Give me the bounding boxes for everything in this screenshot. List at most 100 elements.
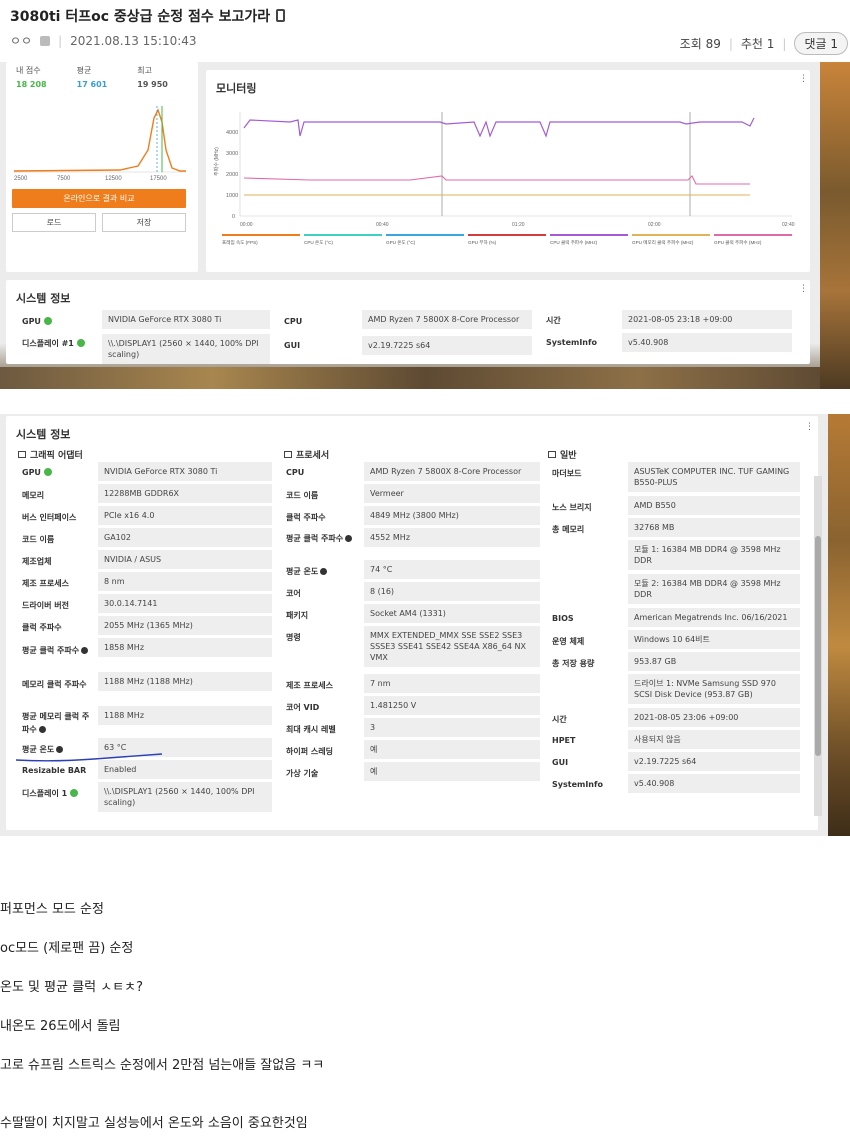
legend-swatch-cpu-clock: [550, 234, 628, 236]
cpu-row-value: MMX EXTENDED_MMX SSE SSE2 SSE3 SSSE3 SSE…: [364, 626, 540, 667]
sysinfo-label: SystemInfo: [546, 338, 597, 347]
gpu-row-label: 버스 인터페이스: [22, 513, 77, 522]
hist-tick: 12500: [105, 176, 122, 182]
avg-score-label: 평균: [76, 66, 92, 75]
cpu-row-label: 명령: [286, 633, 301, 642]
info-icon[interactable]: [345, 535, 353, 542]
comment-count-button[interactable]: 댓글 1: [794, 32, 848, 55]
cpu-row-label: 코드 이름: [286, 491, 319, 500]
gpu-row-value: 12288MB GDDR6X: [98, 484, 272, 503]
score-summary: 내 점수 18 208 평균 17 601 최고 19 950: [16, 65, 168, 89]
info-icon[interactable]: [81, 647, 89, 654]
cpu-row-label: 코어: [286, 589, 301, 598]
gpu-row-value: NVIDIA / ASUS: [98, 550, 272, 569]
computer-icon: [548, 451, 556, 458]
gpu-row: GPU: [22, 468, 52, 477]
gpu-row-label: 제조 프로세스: [22, 579, 69, 588]
body-line: 내온도 26도에서 돌림: [0, 1019, 121, 1034]
like-count: 추천 1: [740, 37, 775, 51]
gpu-section-head: 그래픽 어댑터: [18, 448, 83, 461]
general-row-label: 시간: [552, 715, 567, 724]
benchmark-screenshot-1: 내 점수 18 208 평균 17 601 최고 19 950 2500 7500 1…: [0, 62, 850, 389]
author-name[interactable]: ㅇㅇ: [10, 32, 32, 49]
gpu-row-value: 8 nm: [98, 572, 272, 591]
gpu-row-label: Resizable BAR: [22, 766, 87, 775]
general-row-label: 총 저장 용량: [552, 659, 595, 668]
cpu-row-value: 1.481250 V: [364, 696, 540, 715]
y-tick: 2000: [226, 172, 238, 178]
cpu-row-value: 4849 MHz (3800 MHz): [364, 506, 540, 525]
cpu-row-value: Socket AM4 (1331): [364, 604, 540, 623]
gpu-row-label: 제조업체: [22, 557, 52, 566]
hist-tick: 17500: [150, 176, 167, 182]
gpu-value: NVIDIA GeForce RTX 3080 Ti: [102, 310, 270, 329]
general-row-label: GUI: [552, 758, 569, 767]
gpu-row: 평균 메모리 클럭 주파수: [22, 710, 96, 736]
cpu-row-label: 코어 VID: [286, 703, 320, 712]
info-icon[interactable]: [38, 726, 46, 733]
gui-label: GUI: [284, 341, 301, 350]
legend-label: CPU 클럭 주파수 (MHz): [550, 239, 598, 246]
gpu-row-label: 클럭 주파수: [22, 623, 62, 632]
gpu-row-label: GPU: [22, 468, 41, 477]
gpu-row-label: 평균 클럭 주파수: [22, 646, 80, 655]
more-options-icon[interactable]: ⋮: [799, 285, 808, 298]
x-tick: 00:00: [240, 222, 253, 228]
scrollbar-thumb[interactable]: [815, 536, 821, 756]
cpu-label: CPU: [284, 317, 303, 326]
post-meta: ㅇㅇ | 2021.08.13 15:10:43: [10, 32, 197, 49]
legend-swatch-gpu-load: [468, 234, 546, 236]
cpu-row-label: 평균 온도: [286, 567, 319, 576]
wallpaper-strip: [820, 62, 850, 389]
gpu-row-value: Enabled: [98, 760, 272, 779]
sysinfo-value: v5.40.908: [622, 333, 792, 352]
gpu-row-value: GA102: [98, 528, 272, 547]
monitoring-title: 모니터링: [216, 82, 257, 95]
gui-value: v2.19.7225 s64: [362, 336, 532, 355]
post-header: 3080ti 터프oc 중상급 순정 점수 보고가라 ㅇㅇ | 2021.08.…: [0, 0, 850, 62]
save-button[interactable]: 저장: [102, 213, 186, 232]
row-label: GPU: [22, 317, 52, 326]
gpu-row-value: 30.0.14.7141: [98, 594, 272, 613]
cpu-row-value: AMD Ryzen 7 5800X 8-Core Processor: [364, 462, 540, 481]
avg-score-value: 17 601: [76, 80, 108, 89]
system-info-title: 시스템 정보: [16, 292, 71, 305]
hist-tick: 7500: [57, 176, 71, 182]
mobile-icon: [276, 9, 286, 22]
divider: |: [728, 36, 733, 51]
general-row-value: 953.87 GB: [628, 652, 800, 671]
check-icon: [43, 468, 52, 476]
general-row-value: 2021-08-05 23:06 +09:00: [628, 708, 800, 727]
x-tick: 00:40: [376, 222, 389, 228]
more-options-icon[interactable]: ⋮: [805, 423, 814, 436]
general-row-value: Windows 10 64비트: [628, 630, 800, 649]
gpu-label: GPU: [22, 317, 41, 326]
best-score-value: 19 950: [137, 80, 168, 89]
cpu-row-value: 4552 MHz: [364, 528, 540, 547]
avg-score: 평균 17 601: [77, 65, 108, 89]
general-row-value: 32768 MB: [628, 518, 800, 537]
hist-tick: 2500: [14, 176, 28, 182]
display-label: 디스플레이 #1: [22, 339, 74, 348]
load-button[interactable]: 로드: [12, 213, 96, 232]
scrollbar[interactable]: [814, 476, 822, 816]
score-distribution-chart: 2500 7500 12500 17500: [13, 106, 186, 182]
general-row-value: v2.19.7225 s64: [628, 752, 800, 771]
graphics-card-icon: [18, 451, 26, 458]
distribution-curve: [13, 108, 186, 172]
cpu-row-label: 하이퍼 스레딩: [286, 747, 333, 756]
x-tick: 02:40: [782, 222, 795, 228]
score-card: 내 점수 18 208 평균 17 601 최고 19 950 2500 7500 1…: [6, 62, 198, 272]
post-title: 3080ti 터프oc 중상급 순정 점수 보고가라: [10, 6, 286, 26]
memory-module-value: 모듈 1: 16384 MB DDR4 @ 3598 MHz DDR: [628, 540, 800, 570]
cpu-section-title: 프로세서: [296, 451, 330, 461]
divider: |: [782, 36, 787, 51]
cpu-section-head: 프로세서: [284, 448, 329, 461]
cpu-row-value: 예: [364, 740, 540, 759]
gpu-row-value: NVIDIA GeForce RTX 3080 Ti: [98, 462, 272, 481]
compare-online-button[interactable]: 온라인으로 결과 비교: [12, 189, 186, 208]
more-options-icon[interactable]: ⋮: [799, 75, 808, 88]
cpu-value: AMD Ryzen 7 5800X 8-Core Processor: [362, 310, 532, 329]
gpu-row: 디스플레이 1: [22, 788, 79, 799]
info-icon[interactable]: [320, 568, 328, 575]
